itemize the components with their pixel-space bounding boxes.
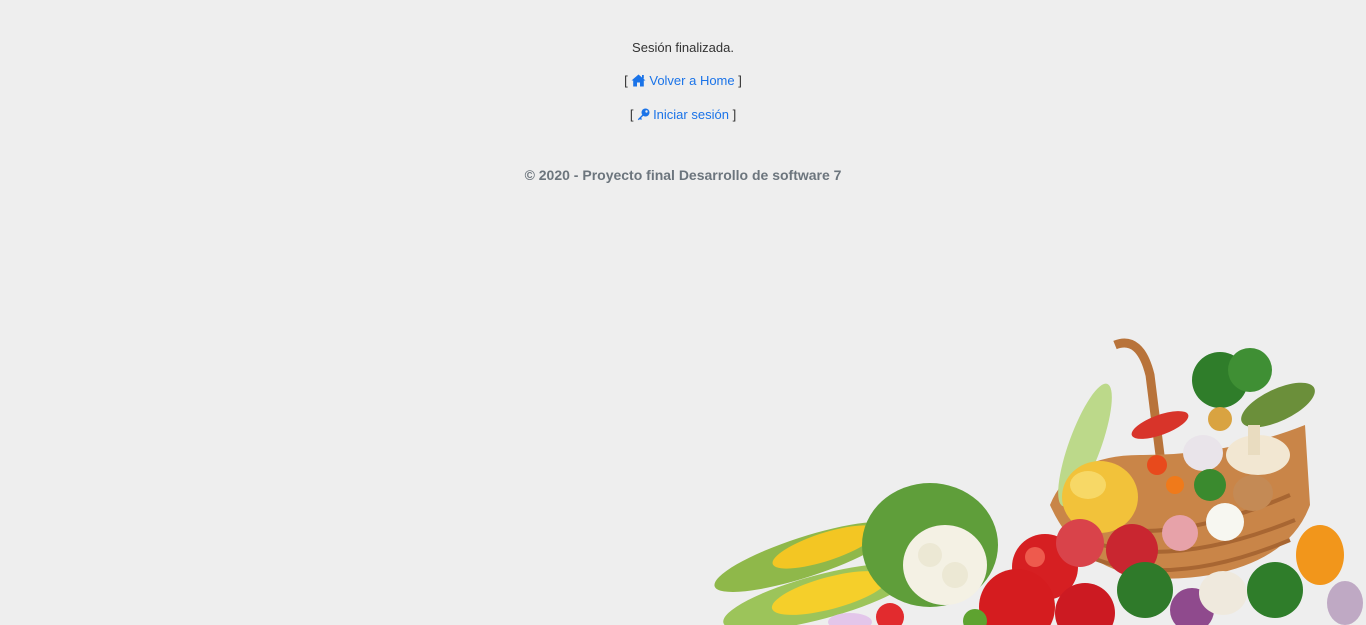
bracket-close: ] — [732, 107, 737, 122]
home-icon — [631, 74, 646, 90]
home-link-label: Volver a Home — [649, 73, 735, 88]
bracket-open: [ — [629, 107, 634, 122]
session-ended-message: Sesión finalizada. — [632, 40, 734, 55]
bracket-open: [ — [624, 73, 628, 88]
footer-copyright: © 2020 - Proyecto final Desarrollo de so… — [524, 167, 842, 183]
bracket-close: ] — [738, 73, 742, 88]
cauliflower-illustration — [862, 483, 998, 607]
login-link-row: [ Iniciar sesión ] — [0, 107, 1366, 124]
key-icon — [637, 108, 650, 124]
vegetable-basket-illustration — [714, 338, 1363, 625]
login-link-label: Iniciar sesión — [653, 107, 729, 122]
login-link[interactable]: Iniciar sesión — [637, 107, 733, 122]
home-link[interactable]: Volver a Home — [631, 73, 738, 88]
home-link-row: [ Volver a Home ] — [0, 73, 1366, 90]
